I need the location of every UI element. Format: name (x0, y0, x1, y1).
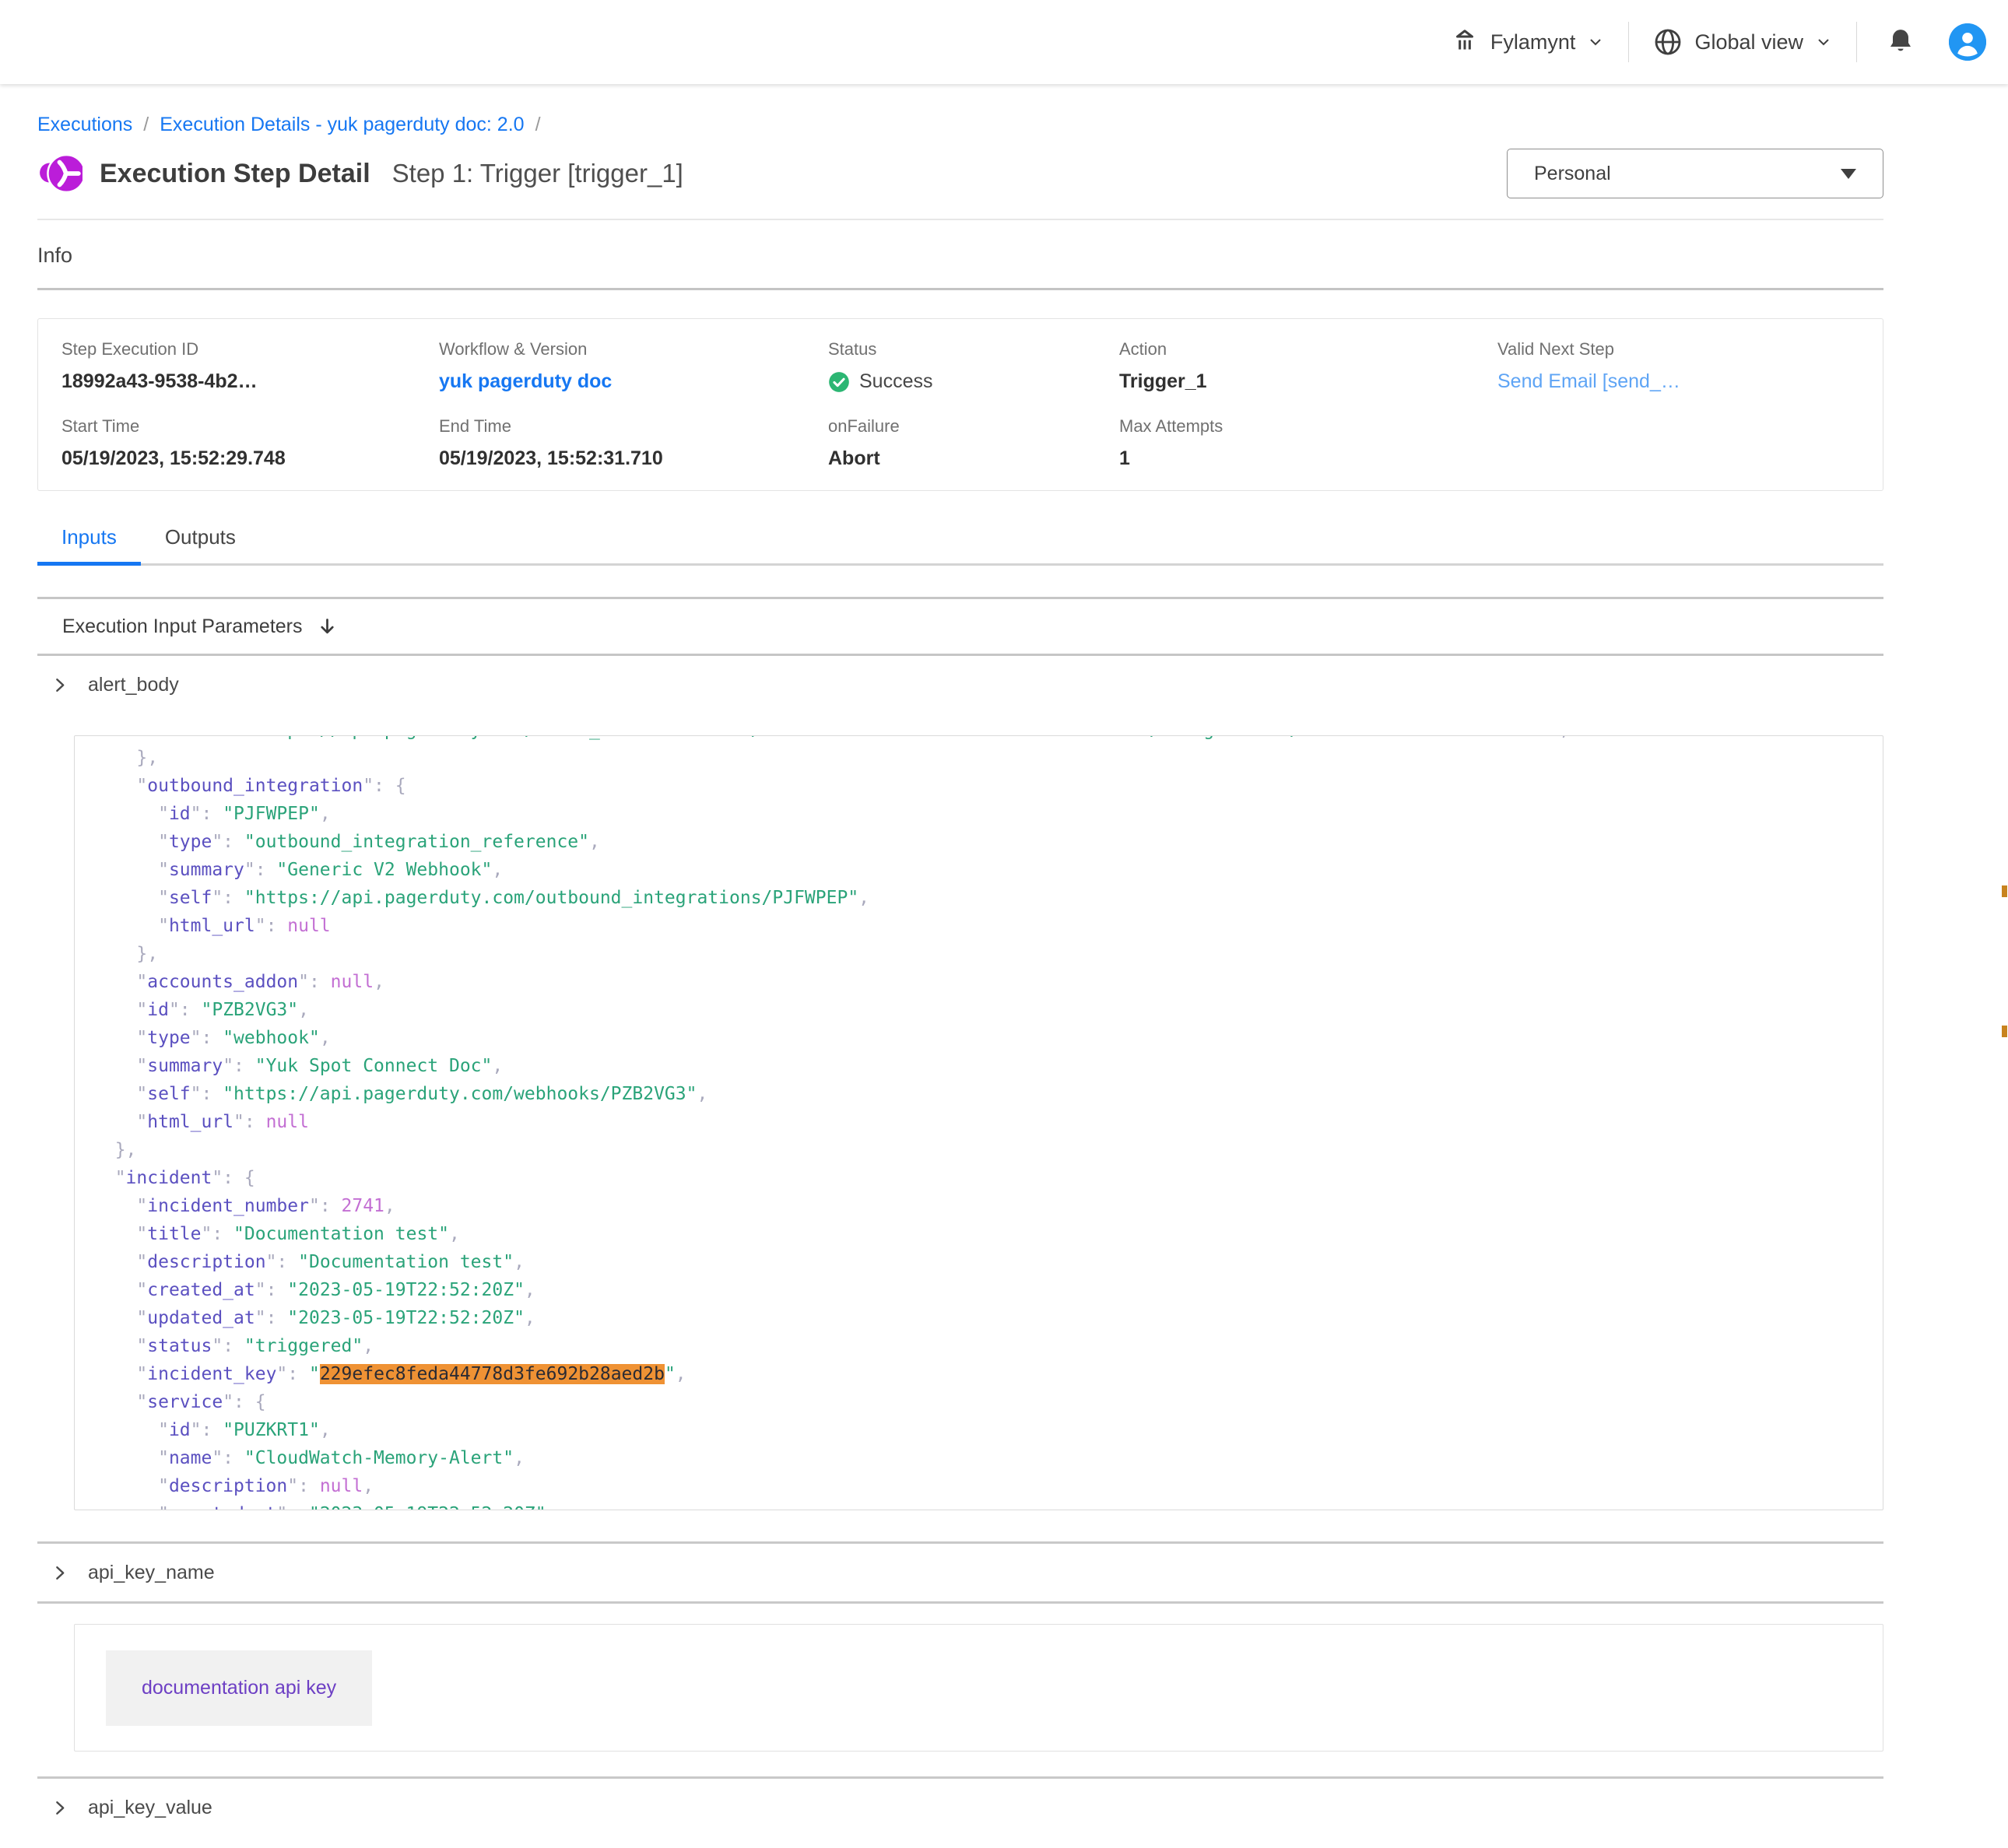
scrollbar-find-marker (2002, 1026, 2007, 1037)
section-title: Execution Input Parameters (62, 615, 303, 638)
page-title: Execution Step Detail (100, 159, 370, 189)
view-switcher-label: Global view (1694, 30, 1803, 54)
topbar-divider (1856, 22, 1857, 62)
alert-body-code-block[interactable]: "self": "https://api.pagerduty.com/event… (74, 735, 1883, 1510)
field-max-attempts: Max Attempts 1 (1119, 416, 1497, 470)
section-divider (37, 1601, 1883, 1604)
execution-input-parameters-header: Execution Input Parameters (37, 597, 1883, 656)
breadcrumb-separator: / (143, 114, 149, 136)
next-step-link[interactable]: Send Email [send_… (1497, 370, 1867, 393)
chevron-right-icon (50, 1798, 69, 1818)
chevron-right-icon (50, 1563, 69, 1583)
io-tabs: Inputs Outputs (37, 525, 1883, 566)
breadcrumb: Executions / Execution Details - yuk pag… (37, 114, 1883, 136)
topbar-divider (1628, 22, 1629, 62)
group-row-alert-body[interactable]: alert_body (37, 656, 1883, 714)
chevron-down-icon (1814, 33, 1833, 51)
user-avatar[interactable] (1949, 23, 1986, 61)
download-arrow-icon[interactable] (317, 616, 338, 637)
api-key-name-card: documentation api key (74, 1624, 1883, 1752)
page-subtitle: Step 1: Trigger [trigger_1] (392, 159, 683, 188)
info-heading-rule (37, 288, 1883, 290)
title-divider (37, 219, 1883, 220)
field-status: Status Success (828, 339, 1119, 393)
workflow-step-icon (37, 151, 82, 196)
scrollbar-find-marker (2002, 885, 2007, 897)
main-content: Executions / Execution Details - yuk pag… (0, 114, 2008, 1836)
org-switcher-label: Fylamynt (1490, 30, 1576, 54)
json-code: "self": "https://api.pagerduty.com/event… (75, 735, 1883, 1510)
field-step-execution-id: Step Execution ID 18992a43-9538-4b2… (61, 339, 439, 393)
notifications-button[interactable] (1885, 26, 1916, 58)
info-heading: Info (37, 244, 1883, 268)
globe-icon (1652, 26, 1683, 58)
workflow-link[interactable]: yuk pagerduty doc (439, 370, 828, 393)
title-row: Execution Step Detail Step 1: Trigger [t… (37, 149, 1883, 198)
breadcrumb-executions-link[interactable]: Executions (37, 114, 132, 136)
group-row-api-key-name[interactable]: api_key_name (37, 1544, 1883, 1601)
view-switcher[interactable]: Global view (1652, 26, 1833, 58)
group-label: alert_body (88, 674, 179, 696)
org-switcher[interactable]: Fylamynt (1450, 27, 1606, 57)
status-badge: Success (859, 370, 932, 393)
field-workflow-version: Workflow & Version yuk pagerduty doc (439, 339, 828, 393)
breadcrumb-execution-details-link[interactable]: Execution Details - yuk pagerduty doc: 2… (160, 114, 524, 136)
scope-select-value: Personal (1534, 163, 1611, 185)
field-action: Action Trigger_1 (1119, 339, 1497, 393)
api-key-name-chip: documentation api key (106, 1650, 372, 1726)
bank-icon (1450, 27, 1480, 57)
field-end-time: End Time 05/19/2023, 15:52:31.710 (439, 416, 828, 470)
group-row-api-key-value[interactable]: api_key_value (37, 1779, 1883, 1836)
top-bar: Fylamynt Global view (0, 0, 2008, 84)
info-card: Step Execution ID 18992a43-9538-4b2… Wor… (37, 318, 1883, 491)
group-label: api_key_value (88, 1797, 212, 1819)
field-valid-next-step: Valid Next Step Send Email [send_… (1497, 339, 1867, 393)
field-start-time: Start Time 05/19/2023, 15:52:29.748 (61, 416, 439, 470)
field-onfailure: onFailure Abort (828, 416, 1119, 470)
tab-outputs[interactable]: Outputs (141, 525, 260, 563)
scope-select[interactable]: Personal (1507, 149, 1883, 198)
caret-down-icon (1841, 169, 1856, 179)
group-label: api_key_name (88, 1562, 215, 1584)
chevron-right-icon (50, 675, 69, 695)
tab-inputs[interactable]: Inputs (37, 525, 141, 563)
chevron-down-icon (1586, 33, 1605, 51)
breadcrumb-separator: / (535, 114, 541, 136)
bell-icon (1885, 26, 1916, 58)
success-check-icon (828, 371, 850, 393)
